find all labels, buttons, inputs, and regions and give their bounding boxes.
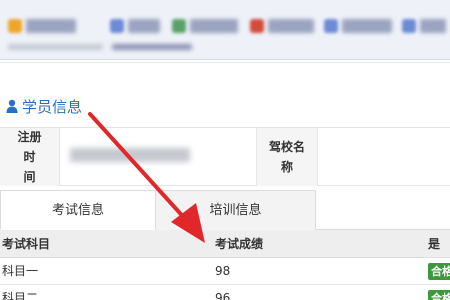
tab-exam-info[interactable]: 考试信息 — [0, 190, 156, 230]
bookmark-favicon — [110, 19, 124, 33]
bookmark-item[interactable] — [128, 19, 160, 33]
address-fragment — [112, 44, 192, 50]
bookmark-item[interactable] — [420, 19, 446, 33]
registration-time-value-redacted — [70, 148, 190, 162]
column-header-subject: 考试科目 — [2, 237, 51, 251]
cell-score: 98 — [215, 264, 231, 278]
cell-score: 96 — [215, 291, 231, 300]
column-header-pass: 是否 — [428, 237, 441, 279]
bookmark-favicon — [324, 19, 338, 33]
person-icon — [6, 99, 18, 113]
divider — [0, 62, 450, 63]
school-name-label: 驾校名 称 — [256, 128, 318, 186]
bookmark-favicon — [250, 19, 264, 33]
school-name-label-line: 驾校名 — [268, 140, 305, 154]
tab-bar: 考试信息 培训信息 — [0, 190, 450, 230]
registration-time-label: 注册时 间 — [0, 128, 60, 186]
table-header: 考试科目 考试成绩 是否 — [0, 230, 450, 279]
bookmark-item[interactable] — [26, 19, 76, 33]
registration-time-label-line: 注册时 — [17, 130, 42, 164]
tab-training-info[interactable]: 培训信息 — [156, 190, 316, 230]
table-row: 科目二 96 合格 — [0, 285, 450, 300]
pass-badge: 合格 — [428, 263, 450, 280]
school-name-label-line: 称 — [280, 160, 293, 174]
bookmark-item[interactable] — [190, 19, 238, 33]
bookmark-favicon — [8, 19, 22, 33]
bookmark-favicon — [172, 19, 186, 33]
browser-bookmarks-bar — [0, 0, 450, 60]
bookmark-item[interactable] — [268, 19, 314, 33]
cell-subject: 科目一 — [2, 264, 39, 278]
table-row: 科目一 98 合格 — [0, 258, 450, 285]
pass-badge: 合格 — [428, 290, 450, 300]
section-header: 学员信息 — [0, 88, 450, 128]
bookmark-item[interactable] — [342, 19, 392, 33]
bookmark-favicon — [402, 19, 416, 33]
section-title: 学员信息 — [22, 98, 83, 116]
column-header-score: 考试成绩 — [215, 237, 264, 251]
student-info-row: 注册时 间 驾校名 称 — [0, 128, 450, 186]
address-fragment — [8, 44, 103, 50]
cell-subject: 科目二 — [2, 291, 39, 300]
registration-time-label-line: 间 — [23, 170, 36, 184]
